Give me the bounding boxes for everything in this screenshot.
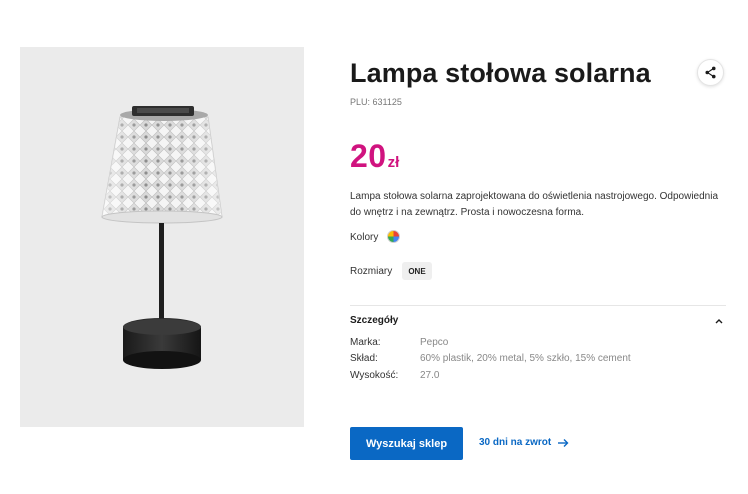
- multicolor-swatch-icon[interactable]: [387, 230, 400, 243]
- divider: [350, 305, 726, 306]
- price: 20zł: [350, 138, 399, 175]
- chevron-up-icon: [715, 319, 723, 324]
- details-title: Szczegóły: [350, 315, 399, 326]
- details-accordion-header[interactable]: Szczegóły: [350, 315, 726, 329]
- plu-label: PLU:: [350, 97, 371, 107]
- price-currency: zł: [387, 154, 400, 171]
- spec-value-composition: 60% plastik, 20% metal, 5% szkło, 15% ce…: [420, 353, 631, 364]
- plu-value: 631125: [372, 97, 402, 107]
- share-icon: [705, 66, 716, 79]
- returns-link[interactable]: 30 dni na zwrot: [479, 437, 569, 448]
- spec-value-brand: Pepco: [420, 337, 449, 348]
- lamp-illustration: [101, 106, 223, 369]
- product-description: Lampa stołowa solarna zaprojektowana do …: [350, 191, 719, 218]
- returns-link-label: 30 dni na zwrot: [479, 437, 552, 448]
- sizes-label: Rozmiary: [350, 266, 393, 277]
- find-store-button[interactable]: Wyszukaj sklep: [350, 427, 463, 460]
- product-title: Lampa stołowa solarna: [350, 58, 651, 88]
- colors-label: Kolory: [350, 232, 379, 243]
- spec-label-brand: Marka:: [350, 337, 381, 348]
- product-info: Lampa stołowa solarna PLU: 631125 20zł L…: [350, 0, 730, 494]
- share-button[interactable]: [697, 59, 724, 86]
- spec-label-composition: Skład:: [350, 353, 378, 364]
- size-option[interactable]: ONE: [402, 262, 432, 280]
- plu-code: PLU: 631125: [350, 97, 402, 107]
- spec-label-height: Wysokość:: [350, 370, 399, 381]
- product-image[interactable]: [20, 47, 304, 427]
- spec-value-height: 27.0: [420, 370, 440, 381]
- price-amount: 20: [350, 138, 387, 174]
- arrow-right-icon: [558, 438, 569, 447]
